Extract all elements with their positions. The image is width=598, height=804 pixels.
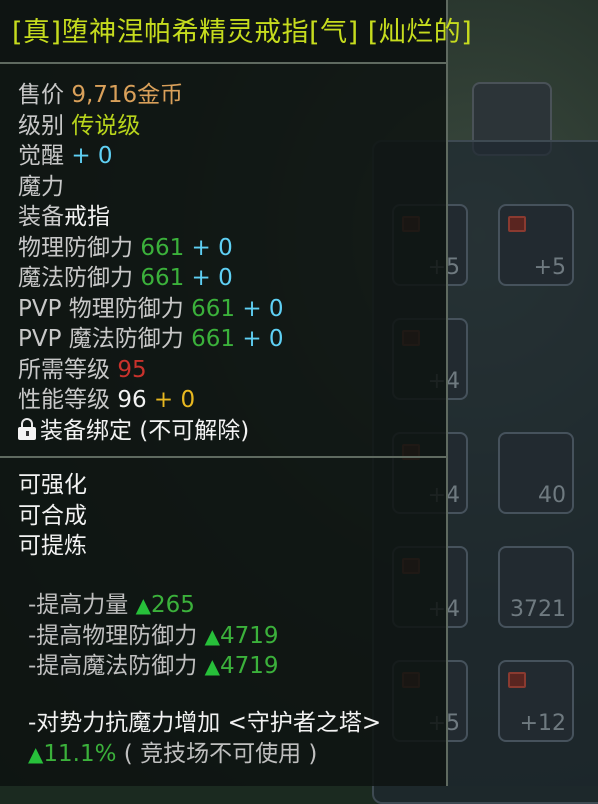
perf-level-bonus: + 0 [153,387,196,413]
item-tooltip: [真]堕神涅帕希精灵戒指[气] [灿烂的] 售价 9,716金币 级别 传说级 … [0,0,472,786]
inventory-slot[interactable]: 3721 [498,546,574,628]
special-bonus-value-row: ▲11.1% ( 竞技场不可使用 ) [28,739,381,770]
ability-combine: 可合成 [18,502,87,529]
mag-def-row: 魔法防御力 661 + 0 [18,263,284,294]
inventory-slot[interactable]: +5 [498,204,574,286]
pvp-phys-bonus: + 0 [242,295,284,322]
bonus-label: -提高魔法防御力 [28,653,205,679]
lock-icon [18,417,36,440]
req-level-label: 所需等级 [18,356,110,383]
stat-bonuses: -提高力量 ▲265 -提高物理防御力 ▲4719 -提高魔法防御力 ▲4719 [28,590,279,682]
inventory-slot[interactable]: 40 [498,432,574,514]
special-bonus: -对势力抗魔力增加 <守护者之塔> ▲11.1% ( 竞技场不可使用 ) [28,708,381,769]
phys-def-label: 物理防御力 [18,234,133,261]
pvp-mag-row: PVP 魔法防御力 661 + 0 [18,324,284,355]
inventory-slot[interactable]: +12 [498,660,574,742]
lock-icon [508,216,526,232]
grade-row: 级别 传说级 [18,111,284,142]
bind-row: 装备绑定 (不可解除) [18,416,284,447]
price-value: 9,716金币 [71,82,184,108]
req-level-value: 95 [117,356,147,383]
mag-def-value: 661 [140,265,185,291]
bonus-value: 4719 [220,622,279,649]
pvp-mag-label: PVP 魔法防御力 [18,326,184,352]
pvp-mag-value: 661 [191,326,236,352]
bonus-label: -提高物理防御力 [28,622,205,649]
phys-def-bonus: + 0 [191,234,233,261]
slot-count: 40 [538,483,566,508]
item-title: [真]堕神涅帕希精灵戒指[气] [灿烂的] [12,17,473,48]
lock-icon [508,672,526,688]
req-level-row: 所需等级 95 [18,355,284,386]
equip-row: 装备戒指 [18,202,284,233]
item-abilities: 可强化 可合成 可提炼 [18,470,87,562]
bonus-value: 265 [151,592,195,618]
item-stats: 售价 9,716金币 级别 传说级 觉醒 + 0 魔力 装备戒指 物理防御力 6… [18,80,284,446]
ability-enhance: 可强化 [18,472,87,498]
mag-def-bonus: + 0 [191,265,233,291]
bind-status: 装备绑定 (不可解除) [40,417,250,444]
bonus-row: -提高魔法防御力 ▲4719 [28,651,279,682]
bonus-row: -提高物理防御力 ▲4719 [28,621,279,652]
triangle-up-icon: ▲ [204,623,221,648]
slot-count: +12 [519,711,566,736]
special-bonus-label: -对势力抗魔力增加 <守护者之塔> [28,710,382,736]
triangle-up-icon: ▲ [135,593,152,617]
ability-refine: 可提炼 [18,533,87,559]
tooltip-divider [0,456,446,458]
triangle-up-icon: ▲ [204,654,221,678]
pvp-phys-row: PVP 物理防御力 661 + 0 [18,294,284,325]
phys-def-row: 物理防御力 661 + 0 [18,233,284,264]
awaken-label: 觉醒 [18,143,64,169]
triangle-up-icon: ▲ [28,741,44,766]
magic-label: 魔力 [18,173,64,200]
perf-level-row: 性能等级 96 + 0 [18,385,284,416]
perf-level-value: 96 [117,387,147,413]
tooltip-title-bar: [真]堕神涅帕希精灵戒指[气] [灿烂的] [0,0,472,64]
perf-level-label: 性能等级 [18,387,110,413]
bonus-label: -提高力量 [28,592,136,618]
slot-count: +5 [533,255,566,280]
grade-label: 级别 [18,112,64,139]
bonus-row: -提高力量 ▲265 [28,590,279,621]
price-row: 售价 9,716金币 [18,80,284,111]
mag-def-label: 魔法防御力 [18,265,133,291]
special-bonus-value: 11.1% [43,740,117,767]
awaken-value: + 0 [71,143,113,169]
equip-label: 装备 [18,204,64,230]
slot-count: 3721 [510,597,566,622]
pvp-mag-bonus: + 0 [242,326,284,352]
phys-def-value: 661 [140,234,185,261]
bonus-value: 4719 [220,653,279,679]
equip-value: 戒指 [64,204,110,230]
magic-row: 魔力 [18,172,284,203]
pvp-phys-value: 661 [191,295,236,322]
special-bonus-note: ( 竞技场不可使用 ) [123,740,318,767]
grade-value: 传说级 [71,112,141,139]
pvp-phys-label: PVP 物理防御力 [18,295,184,322]
price-label: 售价 [18,82,64,108]
awaken-row: 觉醒 + 0 [18,141,284,172]
